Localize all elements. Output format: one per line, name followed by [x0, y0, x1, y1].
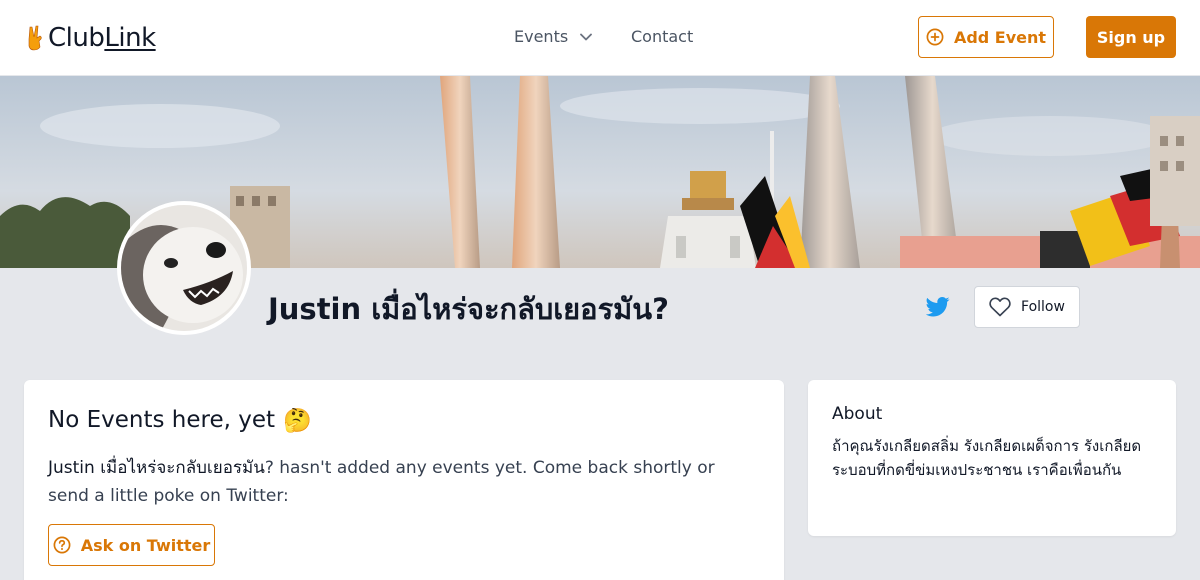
signup-button[interactable]: Sign up	[1086, 16, 1176, 58]
nav-contact[interactable]: Contact	[631, 27, 693, 46]
logo-text-club: Club	[48, 23, 105, 53]
events-empty-message: Justin เมื่อไหร่จะกลับเยอรมัน? hasn't ad…	[48, 454, 760, 510]
site-logo[interactable]: ClubLink	[26, 22, 156, 54]
twitter-icon[interactable]	[926, 296, 950, 318]
nav-contact-label: Contact	[631, 27, 694, 46]
about-card: About ถ้าคุณรังเกลียดสลิ่ม รังเกลียดเผด็…	[808, 380, 1176, 536]
question-circle-icon	[53, 536, 71, 554]
nav-events[interactable]: Events	[514, 27, 593, 46]
avatar	[117, 201, 251, 335]
events-title-text: No Events here, yet	[48, 407, 276, 433]
add-event-label: Add Event	[953, 27, 1047, 47]
follow-button[interactable]: Follow	[974, 286, 1080, 328]
victory-hand-icon	[28, 25, 42, 51]
site-header: ClubLink Events Contact Add Event Sign u…	[0, 0, 1200, 76]
chevron-down-icon	[580, 33, 593, 40]
thinking-face-icon: 🤔	[283, 407, 312, 434]
follow-label: Follow	[1021, 299, 1065, 315]
logo-text: ClubLink	[48, 23, 156, 53]
ask-on-twitter-button[interactable]: Ask on Twitter	[48, 524, 215, 566]
nav-events-label: Events	[514, 27, 569, 46]
avatar-image	[121, 205, 247, 331]
signup-label: Sign up	[1096, 27, 1166, 47]
about-title: About	[832, 404, 883, 424]
about-text: ถ้าคุณรังเกลียดสลิ่ม รังเกลียดเผด็จการ ร…	[832, 437, 1142, 479]
plus-circle-icon	[926, 28, 944, 46]
events-card: No Events here, yet 🤔 Justin เมื่อไหร่จะ…	[24, 380, 784, 580]
add-event-button[interactable]: Add Event	[918, 16, 1054, 58]
logo-text-link: Link	[104, 23, 156, 53]
events-title: No Events here, yet 🤔	[48, 404, 760, 436]
ask-on-twitter-label: Ask on Twitter	[80, 535, 211, 555]
profile-name: Justin เมื่อไหร่จะกลับเยอรมัน?	[268, 292, 669, 326]
heart-icon	[989, 297, 1011, 317]
events-message-username: Justin เมื่อไหร่จะกลับเยอรมัน	[48, 458, 265, 478]
